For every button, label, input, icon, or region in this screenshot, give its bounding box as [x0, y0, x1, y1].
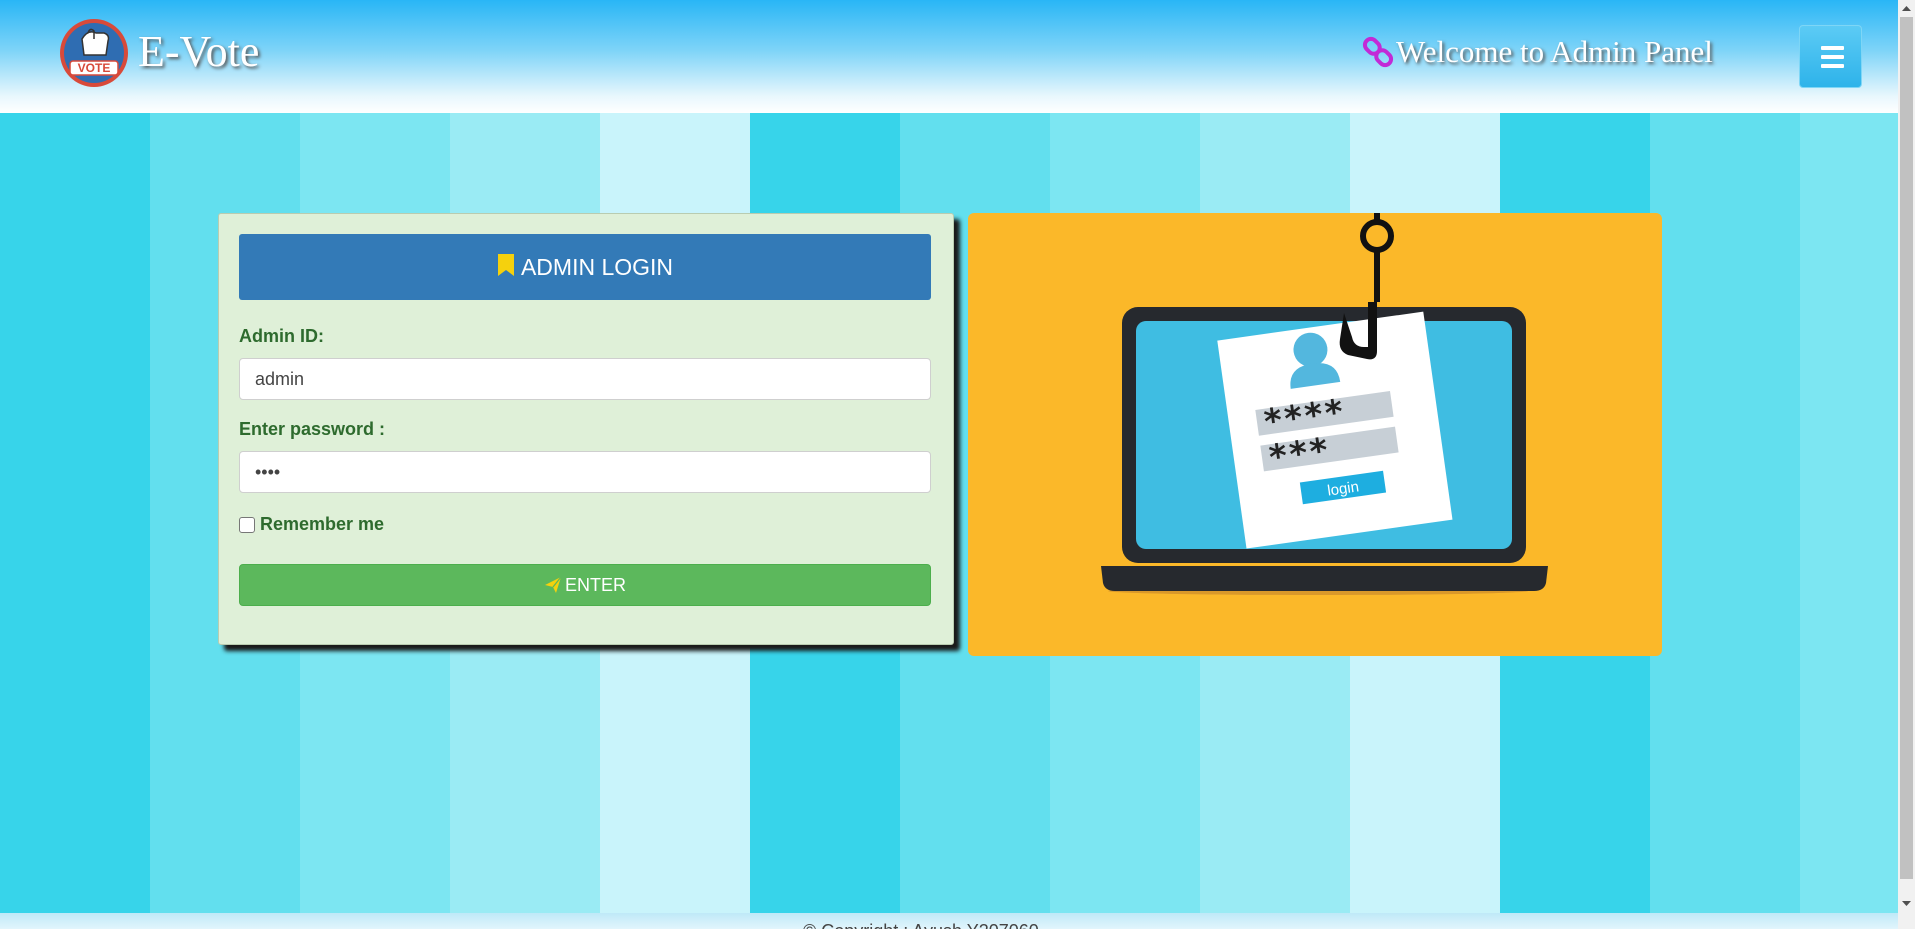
login-title: ADMIN LOGIN — [520, 253, 674, 280]
footer-copyright: © Copyright : Ayush Y207060 — [803, 921, 1039, 929]
scrollbar-thumb[interactable] — [1900, 17, 1913, 879]
bookmark-icon — [497, 254, 514, 276]
link-icon — [1362, 36, 1394, 68]
scroll-down-icon[interactable] — [1898, 895, 1915, 912]
admin-id-input[interactable] — [239, 358, 931, 400]
password-label: Enter password : — [239, 419, 386, 439]
remember-label: Remember me — [260, 514, 385, 534]
masked-field-2: *** — [1265, 430, 1331, 478]
footer: © Copyright : Ayush Y207060 — [0, 913, 1898, 929]
send-icon — [544, 576, 562, 593]
enter-label: ENTER — [564, 574, 626, 595]
page-scrollbar[interactable] — [1898, 0, 1915, 929]
top-navbar: VOTE E-Vote Welcome to Admin Panel — [0, 0, 1898, 113]
remember-me[interactable]: Remember me — [239, 514, 384, 535]
stripe — [0, 113, 150, 913]
remember-checkbox[interactable] — [239, 516, 255, 533]
enter-button[interactable]: ENTER — [239, 564, 931, 606]
laptop-base — [1101, 566, 1548, 591]
welcome-text: Welcome to Admin Panel — [1396, 34, 1713, 69]
vote-logo: VOTE — [60, 19, 128, 87]
logo-text: VOTE — [78, 61, 111, 75]
login-header: ADMIN LOGIN — [239, 234, 931, 300]
menu-toggle-button[interactable] — [1799, 25, 1862, 88]
scroll-up-icon[interactable] — [1898, 0, 1915, 17]
brand-title: E-Vote — [138, 27, 260, 76]
welcome-message: Welcome to Admin Panel — [1362, 34, 1713, 70]
admin-id-label: Admin ID: — [239, 326, 324, 346]
phishing-illustration: **** *** login — [968, 213, 1662, 656]
login-card: **** *** login — [1217, 311, 1453, 549]
stripe — [1650, 113, 1800, 913]
login-panel: ADMIN LOGIN Admin ID: Enter password : R… — [218, 213, 954, 645]
password-input[interactable] — [239, 451, 931, 493]
